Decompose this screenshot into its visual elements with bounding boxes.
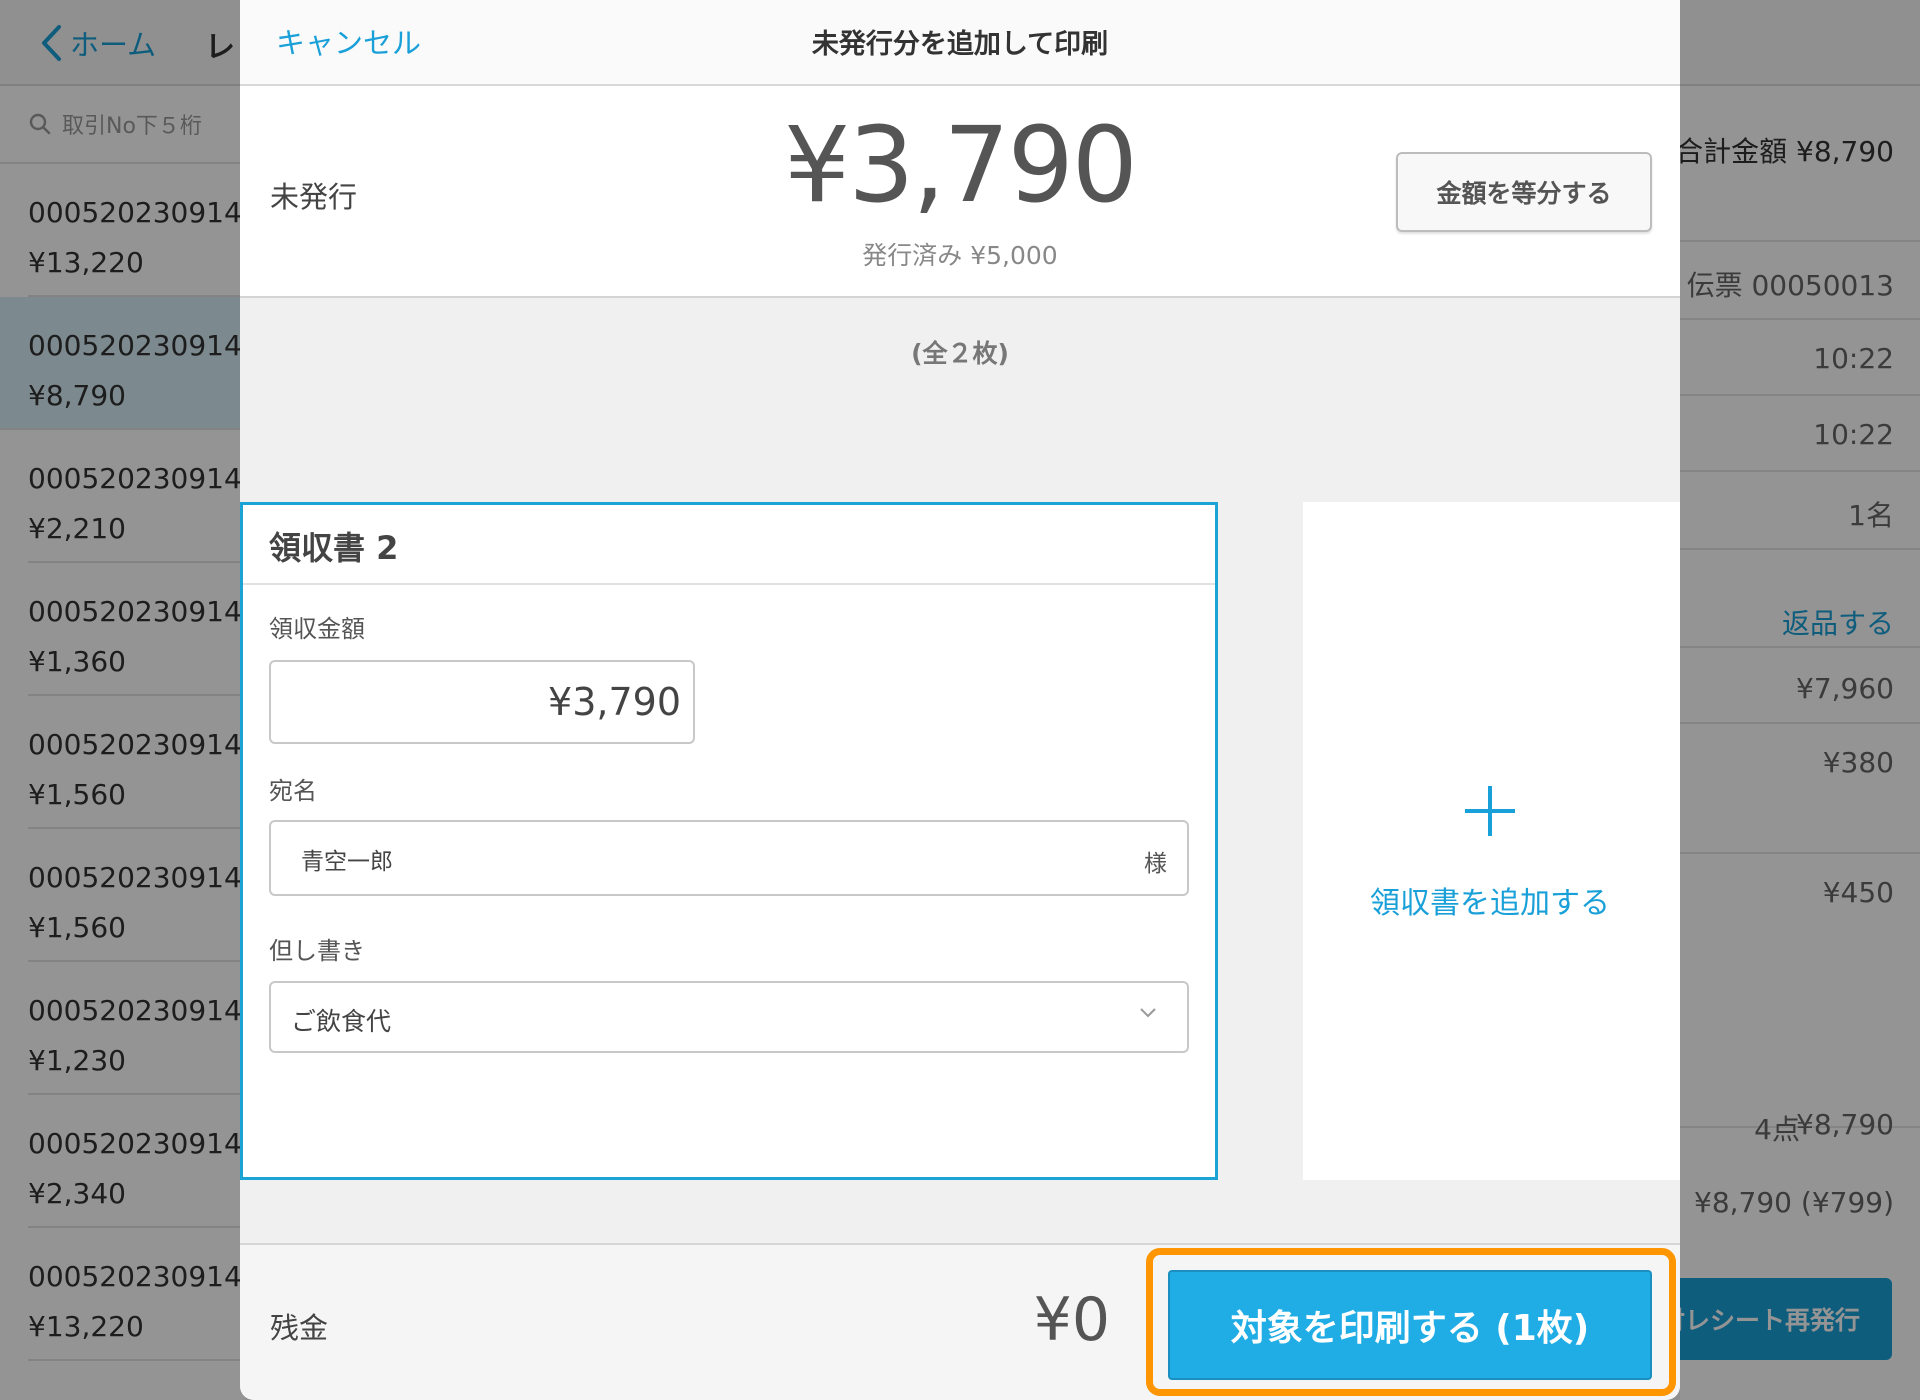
- print-button[interactable]: 対象を印刷する (1枚): [1168, 1270, 1652, 1380]
- amount-label: 領収金額: [269, 615, 365, 643]
- receipt-count: (全２枚): [911, 339, 1009, 368]
- balance-value: ¥0: [1033, 1285, 1110, 1355]
- chevron-down-icon: [1140, 1008, 1156, 1018]
- modal-header: キャンセル 未発行分を追加して印刷: [240, 0, 1680, 86]
- receipt-title: 領収書 2: [243, 505, 1215, 585]
- modal-title: 未発行分を追加して印刷: [811, 29, 1109, 60]
- note-label: 但し書き: [269, 937, 365, 965]
- note-value: ご飲食代: [291, 1007, 392, 1036]
- addressee-value: 青空一郎: [301, 849, 393, 875]
- print-modal: キャンセル 未発行分を追加して印刷 未発行 ¥3,790 発行済み ¥5,000…: [240, 0, 1680, 1400]
- split-evenly-button[interactable]: 金額を等分する: [1396, 152, 1652, 232]
- amount-input[interactable]: ¥3,790: [269, 660, 695, 744]
- addressee-label: 宛名: [269, 777, 317, 805]
- note-select[interactable]: ご飲食代: [269, 981, 1189, 1053]
- issued-amount: 発行済み ¥5,000: [862, 241, 1058, 270]
- add-receipt-card[interactable]: 領収書を追加する: [1303, 502, 1680, 1180]
- add-receipt-label: 領収書を追加する: [1370, 886, 1610, 921]
- receipt-card: 領収書 2 領収金額 ¥3,790 宛名 青空一郎 様 但し書き ご飲食代: [240, 502, 1218, 1180]
- plus-icon: [1303, 784, 1677, 838]
- amount-summary: 未発行 ¥3,790 発行済み ¥5,000 金額を等分する: [240, 86, 1680, 298]
- honorific-suffix: 様: [1144, 851, 1167, 877]
- addressee-input[interactable]: 青空一郎 様: [269, 820, 1189, 896]
- balance-label: 残金: [270, 1311, 329, 1345]
- modal-footer: 残金 ¥0 対象を印刷する (1枚): [240, 1243, 1680, 1400]
